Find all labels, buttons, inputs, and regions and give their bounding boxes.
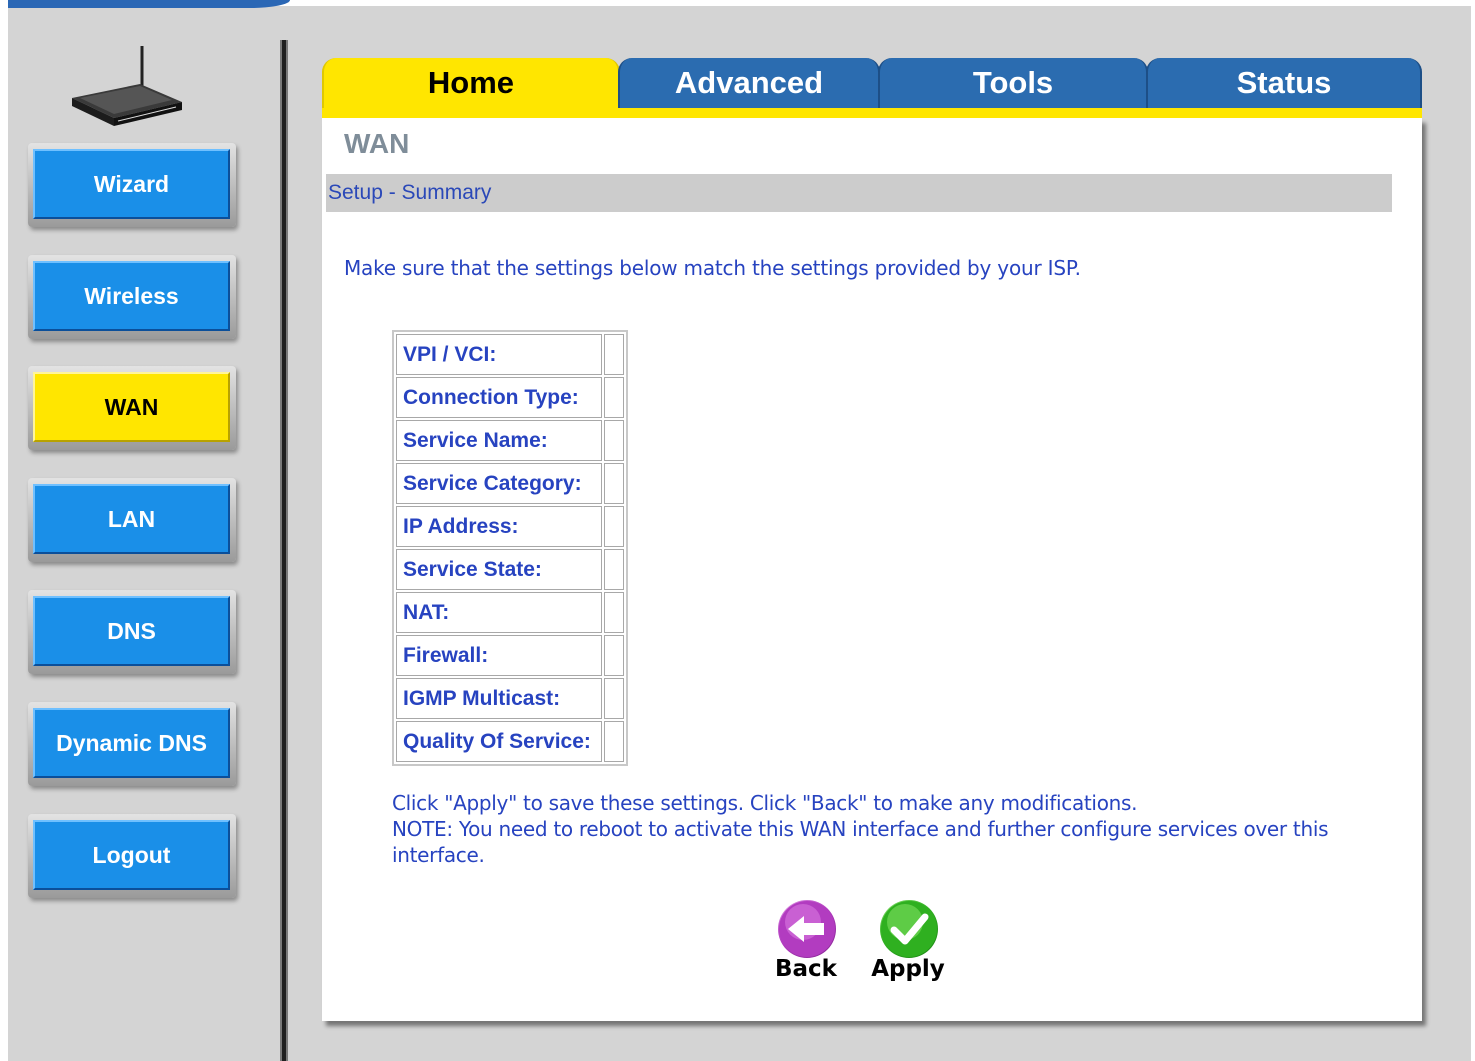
sidebar-item-label: DNS (33, 596, 230, 666)
sidebar-divider (280, 40, 288, 1061)
table-row: Service Name: (396, 420, 624, 461)
summary-label: Firewall: (396, 635, 602, 676)
sidebar-item-label: Dynamic DNS (33, 708, 230, 778)
top-accent-bar (0, 0, 290, 8)
summary-label: IGMP Multicast: (396, 678, 602, 719)
tab-home[interactable]: Home (322, 58, 620, 108)
back-label: Back (775, 956, 837, 982)
apply-button[interactable]: Apply (868, 900, 948, 988)
summary-label: Quality Of Service: (396, 721, 602, 762)
table-row: Quality Of Service: (396, 721, 624, 762)
summary-label: Connection Type: (396, 377, 602, 418)
table-row: Service Category: (396, 463, 624, 504)
summary-value (604, 463, 624, 504)
sidebar-item-lan[interactable]: LAN (28, 478, 236, 562)
section-title: Setup - Summary (328, 181, 492, 204)
summary-value (604, 506, 624, 547)
intro-text: Make sure that the settings below match … (344, 256, 1081, 280)
tab-advanced[interactable]: Advanced (618, 58, 880, 108)
summary-value (604, 377, 624, 418)
table-row: Service State: (396, 549, 624, 590)
summary-label: NAT: (396, 592, 602, 633)
summary-label: Service State: (396, 549, 602, 590)
summary-table: VPI / VCI: Connection Type: Service Name: S… (392, 330, 628, 766)
left-border (0, 0, 8, 1061)
arrow-left-icon (778, 900, 836, 958)
tab-underline (322, 108, 1422, 118)
top-tabs: Home Advanced Tools Status (322, 58, 1422, 120)
sidebar-item-wan[interactable]: WAN (28, 366, 236, 450)
summary-label: Service Name: (396, 420, 602, 461)
sidebar-item-label: LAN (33, 484, 230, 554)
summary-value (604, 420, 624, 461)
sidebar-item-label: Logout (33, 820, 230, 890)
summary-value (604, 678, 624, 719)
section-header: Setup - Summary (326, 174, 1392, 212)
router-device-icon (72, 46, 182, 126)
table-row: IP Address: (396, 506, 624, 547)
sidebar-item-logout[interactable]: Logout (28, 814, 236, 898)
sidebar-item-label: WAN (33, 372, 230, 442)
tab-tools[interactable]: Tools (878, 58, 1148, 108)
table-row: Connection Type: (396, 377, 624, 418)
table-row: IGMP Multicast: (396, 678, 624, 719)
summary-label: Service Category: (396, 463, 602, 504)
reboot-note: NOTE: You need to reboot to activate thi… (392, 817, 1329, 867)
sidebar-item-wireless[interactable]: Wireless (28, 255, 236, 339)
sidebar-item-wizard[interactable]: Wizard (28, 143, 236, 227)
tab-status[interactable]: Status (1146, 58, 1422, 108)
back-button[interactable]: Back (766, 900, 846, 988)
summary-value (604, 592, 624, 633)
checkmark-icon (880, 900, 938, 958)
summary-label: IP Address: (396, 506, 602, 547)
right-border (1471, 0, 1475, 1061)
summary-value (604, 334, 624, 375)
sidebar-item-dynamic-dns[interactable]: Dynamic DNS (28, 702, 236, 786)
sidebar-item-label: Wizard (33, 149, 230, 219)
summary-value (604, 721, 624, 762)
page-title: WAN (344, 128, 410, 159)
note-text: Click "Apply" to save these settings. Cl… (392, 790, 1372, 868)
table-row: NAT: (396, 592, 624, 633)
summary-value (604, 635, 624, 676)
sidebar-item-dns[interactable]: DNS (28, 590, 236, 674)
summary-label: VPI / VCI: (396, 334, 602, 375)
summary-value (604, 549, 624, 590)
apply-instruction: Click "Apply" to save these settings. Cl… (392, 791, 1138, 815)
apply-label: Apply (871, 956, 945, 982)
table-row: VPI / VCI: (396, 334, 624, 375)
sidebar-item-label: Wireless (33, 261, 230, 331)
table-row: Firewall: (396, 635, 624, 676)
content-panel: WAN Setup - Summary Make sure that the s… (322, 118, 1422, 1021)
